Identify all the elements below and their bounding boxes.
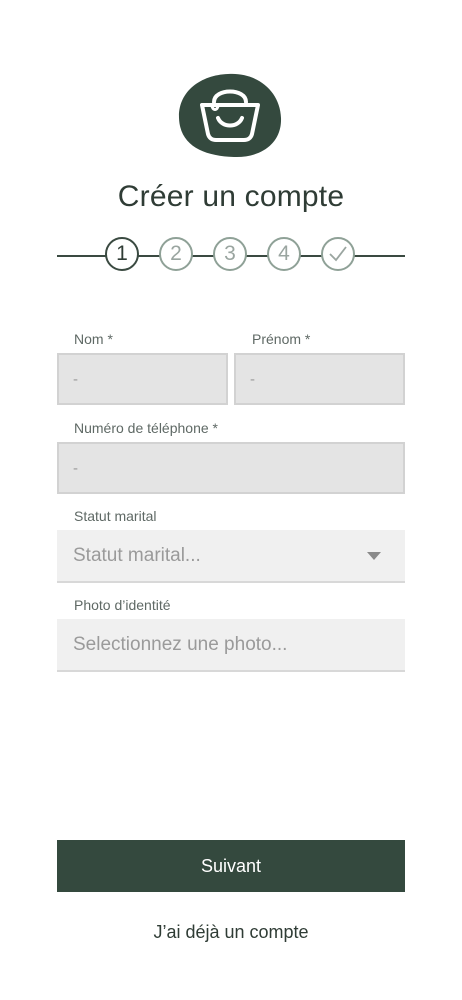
login-link[interactable]: J’ai déjà un compte [0,922,462,943]
step-4: 4 [267,237,301,271]
photo-label: Photo d’identité [74,597,171,613]
progress-stepper: 1 2 3 4 [57,236,405,276]
step-3: 3 [213,237,247,271]
statut-select[interactable]: Statut marital... [57,530,405,583]
telephone-label: Numéro de téléphone * [74,420,218,436]
step-1: 1 [105,237,139,271]
photo-picker[interactable]: Selectionnez une photo... [57,619,405,672]
next-button[interactable]: Suivant [57,840,405,892]
statut-placeholder: Statut marital... [73,544,201,566]
nom-label: Nom * [74,331,113,347]
telephone-field[interactable]: - [57,442,405,494]
step-2: 2 [159,237,193,271]
chevron-down-icon [367,552,381,560]
step-done [321,237,355,271]
statut-label: Statut marital [74,508,157,524]
page-title: Créer un compte [117,180,345,213]
shopping-bag-icon [178,73,282,158]
prenom-label: Prénom * [252,331,311,347]
prenom-field[interactable]: - [234,353,405,405]
nom-field[interactable]: - [57,353,228,405]
photo-placeholder: Selectionnez une photo... [73,633,288,655]
checkmark-icon [329,246,347,262]
